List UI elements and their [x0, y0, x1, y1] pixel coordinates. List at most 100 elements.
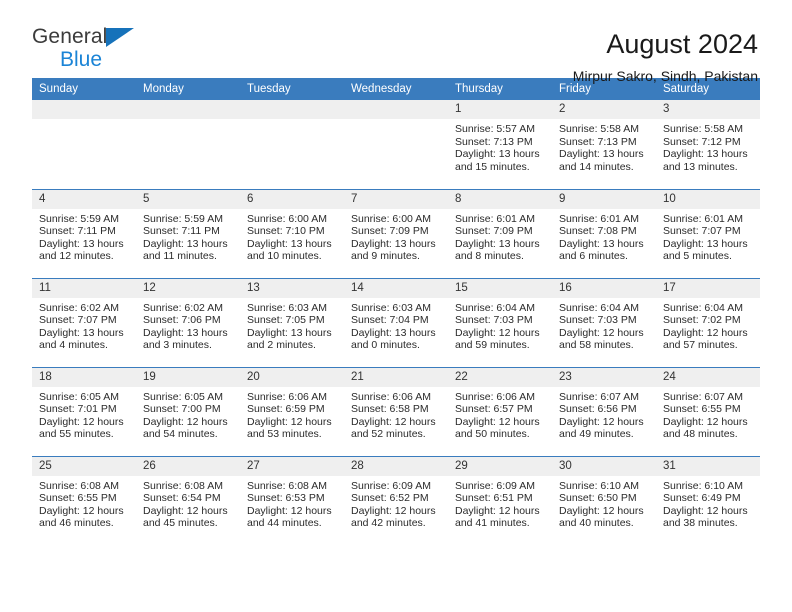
day-details: Sunrise: 5:58 AM Sunset: 7:12 PM Daylight:… — [656, 119, 760, 173]
sunrise-text: Sunrise: 5:58 AM — [663, 123, 743, 135]
calendar-day-cell[interactable]: 6 Sunrise: 6:00 AM Sunset: 7:10 PM Daylight… — [240, 188, 344, 278]
day-details: Sunrise: 6:05 AM Sunset: 7:00 PM Daylight:… — [136, 387, 240, 441]
day-number: 13 — [240, 278, 344, 298]
sunrise-text: Sunrise: 6:05 AM — [143, 390, 223, 403]
calendar-day-cell[interactable]: 16 Sunrise: 6:04 AM Sunset: 7:03 PM Dayligh… — [552, 277, 656, 367]
daylight-text: Daylight: 12 hours and 57 minutes. — [663, 326, 748, 352]
weekday-header-sunday: Sunday — [32, 78, 136, 100]
calendar-day-cell[interactable]: 17 Sunrise: 6:04 AM Sunset: 7:02 PM Dayligh… — [656, 277, 760, 367]
daylight-text: Daylight: 12 hours and 49 minutes. — [559, 415, 644, 441]
sunrise-text: Sunrise: 6:06 AM — [247, 390, 327, 403]
sunrise-text: Sunrise: 6:08 AM — [39, 479, 119, 492]
day-details: Sunrise: 6:06 AM Sunset: 6:58 PM Daylight:… — [344, 387, 448, 441]
day-details: Sunrise: 6:02 AM Sunset: 7:06 PM Daylight:… — [136, 298, 240, 352]
calendar-day-cell[interactable]: 21 Sunrise: 6:06 AM Sunset: 6:58 PM Dayligh… — [344, 366, 448, 456]
day-number: 31 — [656, 456, 760, 476]
sunrise-text: Sunrise: 6:00 AM — [247, 212, 327, 225]
calendar-day-cell[interactable]: 15 Sunrise: 6:04 AM Sunset: 7:03 PM Dayligh… — [448, 277, 552, 367]
day-details: Sunrise: 6:04 AM Sunset: 7:03 PM Daylight:… — [448, 298, 552, 352]
day-details: Sunrise: 6:03 AM Sunset: 7:05 PM Daylight:… — [240, 298, 344, 352]
calendar-table: Sunday Monday Tuesday Wednesday Thursday… — [32, 78, 760, 545]
sunrise-text: Sunrise: 6:03 AM — [351, 301, 431, 314]
calendar-day-cell[interactable]: 28 Sunrise: 6:09 AM Sunset: 6:52 PM Dayligh… — [344, 455, 448, 545]
day-number: 14 — [344, 278, 448, 298]
sunset-text: Sunset: 7:07 PM — [39, 314, 117, 327]
calendar-day-cell[interactable]: 25 Sunrise: 6:08 AM Sunset: 6:55 PM Dayligh… — [32, 455, 136, 545]
sunset-text: Sunset: 7:13 PM — [559, 135, 637, 148]
sunset-text: Sunset: 7:04 PM — [351, 314, 429, 327]
sunset-text: Sunset: 7:01 PM — [39, 403, 117, 416]
daylight-text: Daylight: 13 hours and 5 minutes. — [663, 237, 748, 263]
calendar-day-cell[interactable]: 7 Sunrise: 6:00 AM Sunset: 7:09 PM Daylight… — [344, 188, 448, 278]
calendar-week-row: 4 Sunrise: 5:59 AM Sunset: 7:11 PM Daylight… — [32, 188, 760, 278]
day-details: Sunrise: 6:04 AM Sunset: 7:03 PM Daylight:… — [552, 298, 656, 352]
sunset-text: Sunset: 7:09 PM — [455, 225, 533, 238]
calendar-day-cell[interactable]: 10 Sunrise: 6:01 AM Sunset: 7:07 PM Dayligh… — [656, 188, 760, 278]
day-details: Sunrise: 6:06 AM Sunset: 6:59 PM Daylight:… — [240, 387, 344, 441]
day-number — [240, 100, 344, 119]
daylight-text: Daylight: 13 hours and 2 minutes. — [247, 326, 332, 352]
calendar-day-cell[interactable]: 3 Sunrise: 5:58 AM Sunset: 7:12 PM Daylight… — [656, 100, 760, 189]
calendar-day-cell[interactable]: 1 Sunrise: 5:57 AM Sunset: 7:13 PM Daylight… — [448, 100, 552, 189]
calendar-day-cell[interactable]: 4 Sunrise: 5:59 AM Sunset: 7:11 PM Daylight… — [32, 188, 136, 278]
day-number: 18 — [32, 367, 136, 387]
calendar-day-cell[interactable]: 24 Sunrise: 6:07 AM Sunset: 6:55 PM Dayligh… — [656, 366, 760, 456]
day-details: Sunrise: 6:08 AM Sunset: 6:54 PM Daylight:… — [136, 476, 240, 530]
day-number: 22 — [448, 367, 552, 387]
sunset-text: Sunset: 6:50 PM — [559, 492, 637, 505]
sunrise-text: Sunrise: 6:01 AM — [663, 212, 743, 225]
calendar-day-cell[interactable]: 20 Sunrise: 6:06 AM Sunset: 6:59 PM Dayligh… — [240, 366, 344, 456]
calendar-container: Sunday Monday Tuesday Wednesday Thursday… — [0, 78, 792, 545]
day-number: 4 — [32, 189, 136, 209]
calendar-day-cell[interactable]: 26 Sunrise: 6:08 AM Sunset: 6:54 PM Dayligh… — [136, 455, 240, 545]
calendar-day-cell[interactable]: 23 Sunrise: 6:07 AM Sunset: 6:56 PM Dayligh… — [552, 366, 656, 456]
calendar-week-row: 25 Sunrise: 6:08 AM Sunset: 6:55 PM Dayligh… — [32, 455, 760, 545]
calendar-day-cell[interactable]: 11 Sunrise: 6:02 AM Sunset: 7:07 PM Dayligh… — [32, 277, 136, 367]
sunrise-text: Sunrise: 6:10 AM — [559, 479, 639, 492]
calendar-day-cell[interactable]: 5 Sunrise: 5:59 AM Sunset: 7:11 PM Daylight… — [136, 188, 240, 278]
day-number — [136, 100, 240, 119]
calendar-day-cell[interactable]: 14 Sunrise: 6:03 AM Sunset: 7:04 PM Dayligh… — [344, 277, 448, 367]
calendar-day-cell-empty — [240, 100, 344, 189]
sunset-text: Sunset: 6:55 PM — [663, 403, 741, 416]
sunset-text: Sunset: 6:56 PM — [559, 403, 637, 416]
calendar-day-cell[interactable]: 13 Sunrise: 6:03 AM Sunset: 7:05 PM Dayligh… — [240, 277, 344, 367]
day-details: Sunrise: 6:09 AM Sunset: 6:52 PM Daylight:… — [344, 476, 448, 530]
daylight-text: Daylight: 12 hours and 52 minutes. — [351, 415, 436, 441]
sunset-text: Sunset: 6:54 PM — [143, 492, 221, 505]
calendar-day-cell[interactable]: 18 Sunrise: 6:05 AM Sunset: 7:01 PM Dayligh… — [32, 366, 136, 456]
calendar-page: General Blue August 2024 Mirpur Sakro, S… — [0, 0, 792, 612]
day-details: Sunrise: 5:57 AM Sunset: 7:13 PM Daylight:… — [448, 119, 552, 173]
calendar-day-cell[interactable]: 29 Sunrise: 6:09 AM Sunset: 6:51 PM Dayligh… — [448, 455, 552, 545]
sunrise-text: Sunrise: 6:02 AM — [143, 301, 223, 314]
calendar-day-cell[interactable]: 19 Sunrise: 6:05 AM Sunset: 7:00 PM Dayligh… — [136, 366, 240, 456]
daylight-text: Daylight: 13 hours and 0 minutes. — [351, 326, 436, 352]
calendar-day-cell[interactable]: 22 Sunrise: 6:06 AM Sunset: 6:57 PM Dayligh… — [448, 366, 552, 456]
daylight-text: Daylight: 12 hours and 46 minutes. — [39, 504, 124, 530]
sunrise-text: Sunrise: 6:09 AM — [351, 479, 431, 492]
daylight-text: Daylight: 13 hours and 15 minutes. — [455, 148, 540, 173]
calendar-day-cell[interactable]: 12 Sunrise: 6:02 AM Sunset: 7:06 PM Dayligh… — [136, 277, 240, 367]
calendar-day-cell[interactable]: 30 Sunrise: 6:10 AM Sunset: 6:50 PM Dayligh… — [552, 455, 656, 545]
daylight-text: Daylight: 13 hours and 14 minutes. — [559, 148, 644, 173]
sunrise-text: Sunrise: 5:58 AM — [559, 123, 639, 135]
sunset-text: Sunset: 6:52 PM — [351, 492, 429, 505]
daylight-text: Daylight: 12 hours and 58 minutes. — [559, 326, 644, 352]
sunset-text: Sunset: 6:49 PM — [663, 492, 741, 505]
daylight-text: Daylight: 12 hours and 54 minutes. — [143, 415, 228, 441]
calendar-day-cell[interactable]: 31 Sunrise: 6:10 AM Sunset: 6:49 PM Dayligh… — [656, 455, 760, 545]
calendar-day-cell[interactable]: 9 Sunrise: 6:01 AM Sunset: 7:08 PM Daylight… — [552, 188, 656, 278]
day-details: Sunrise: 6:04 AM Sunset: 7:02 PM Daylight:… — [656, 298, 760, 352]
calendar-day-cell[interactable]: 27 Sunrise: 6:08 AM Sunset: 6:53 PM Dayligh… — [240, 455, 344, 545]
calendar-day-cell[interactable]: 2 Sunrise: 5:58 AM Sunset: 7:13 PM Daylight… — [552, 100, 656, 189]
day-number: 11 — [32, 278, 136, 298]
calendar-day-cell[interactable]: 8 Sunrise: 6:01 AM Sunset: 7:09 PM Daylight… — [448, 188, 552, 278]
day-number: 25 — [32, 456, 136, 476]
calendar-week-row: 18 Sunrise: 6:05 AM Sunset: 7:01 PM Dayligh… — [32, 366, 760, 456]
day-number: 16 — [552, 278, 656, 298]
sunset-text: Sunset: 6:51 PM — [455, 492, 533, 505]
day-details: Sunrise: 6:10 AM Sunset: 6:50 PM Daylight:… — [552, 476, 656, 530]
generalblue-logo[interactable]: General Blue — [32, 26, 135, 71]
day-number: 12 — [136, 278, 240, 298]
daylight-text: Daylight: 13 hours and 11 minutes. — [143, 237, 228, 263]
